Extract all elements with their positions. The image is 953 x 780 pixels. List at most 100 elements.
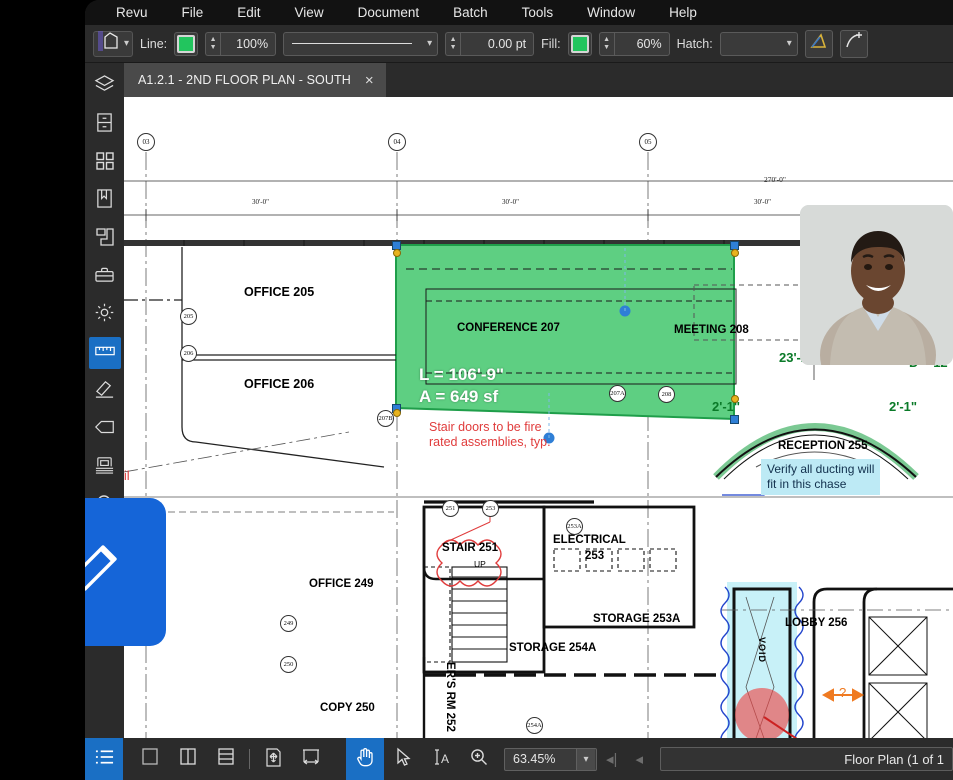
annotation-detail-red[interactable]: tail bbox=[124, 468, 130, 483]
sidebar-item-spaces[interactable] bbox=[89, 223, 121, 255]
fit-page-button[interactable] bbox=[254, 738, 292, 780]
document-tab[interactable]: A1.2.1 - 2ND FLOOR PLAN - SOUTH × bbox=[124, 63, 386, 97]
menu-bar: Revu File Edit View Document Batch Tools… bbox=[85, 0, 953, 25]
file-cabinet-icon bbox=[95, 112, 114, 138]
menu-help[interactable]: Help bbox=[652, 0, 714, 25]
sidebar-item-bookmarks[interactable] bbox=[89, 185, 121, 217]
chevron-down-icon[interactable]: ▼ bbox=[450, 45, 457, 50]
hand-icon bbox=[355, 746, 375, 772]
selection-vertex[interactable] bbox=[393, 249, 401, 257]
room-label: ELECTRICAL bbox=[553, 534, 626, 546]
room-label: OFFICE 249 bbox=[309, 578, 374, 590]
chevron-down-icon[interactable]: ▾ bbox=[576, 749, 595, 770]
add-vertex-tool-button[interactable] bbox=[840, 30, 868, 58]
sidebar-item-sheets[interactable] bbox=[89, 451, 121, 483]
sidebar-item-tags[interactable] bbox=[89, 413, 121, 445]
annotation-ducting-chase[interactable]: Verify all ducting will fit in this chas… bbox=[761, 459, 880, 495]
sidebar-item-tool-chest[interactable] bbox=[89, 261, 121, 293]
menu-edit[interactable]: Edit bbox=[220, 0, 277, 25]
line-style-dropdown[interactable]: ▾ bbox=[283, 32, 438, 56]
grid-bubble: 04 bbox=[388, 133, 406, 151]
page-label-field[interactable]: Floor Plan (1 of 1 bbox=[660, 747, 953, 771]
room-label: RECEPTION 255 bbox=[778, 440, 867, 452]
selection-vertex[interactable] bbox=[393, 409, 401, 417]
zoom-level-dropdown[interactable]: 63.45% ▾ bbox=[504, 748, 597, 771]
door-tag: 253A bbox=[566, 518, 583, 535]
markup-pencil-badge[interactable] bbox=[85, 498, 166, 646]
line-width-stepper[interactable]: ▲ ▼ 0.00 pt bbox=[445, 32, 534, 56]
pan-tool-button[interactable] bbox=[346, 738, 384, 780]
document-tab-bar: A1.2.1 - 2ND FLOOR PLAN - SOUTH × bbox=[85, 63, 953, 97]
selection-grip[interactable] bbox=[730, 415, 739, 424]
tag-icon bbox=[94, 419, 116, 440]
arc-segment-label: 2'-1" bbox=[889, 399, 917, 414]
sheets-stack-icon bbox=[94, 455, 115, 480]
area-measurement-tool-button[interactable]: ▾ bbox=[93, 31, 133, 57]
fit-width-icon bbox=[301, 747, 321, 772]
pencil-icon bbox=[85, 535, 127, 610]
select-tool-button[interactable] bbox=[384, 738, 422, 780]
menu-tools[interactable]: Tools bbox=[505, 0, 571, 25]
line-color-swatch bbox=[177, 35, 195, 53]
fill-opacity-spinner[interactable]: ▲ ▼ bbox=[599, 32, 614, 56]
first-page-icon[interactable]: ◂| bbox=[597, 750, 626, 768]
line-opacity-spinner[interactable]: ▲ ▼ bbox=[205, 32, 220, 56]
menu-document[interactable]: Document bbox=[341, 0, 437, 25]
chevron-down-icon[interactable]: ▾ bbox=[124, 38, 129, 49]
line-opacity-value[interactable]: 100% bbox=[220, 32, 276, 56]
chevron-down-icon[interactable]: ▾ bbox=[427, 38, 432, 49]
menu-window[interactable]: Window bbox=[570, 0, 652, 25]
list-icon bbox=[95, 749, 114, 770]
chevron-up-icon[interactable]: ▲ bbox=[210, 37, 217, 42]
split-horizontal-icon bbox=[217, 747, 235, 771]
split-vertical-view-button[interactable] bbox=[169, 738, 207, 780]
menu-batch[interactable]: Batch bbox=[436, 0, 505, 25]
split-horizontal-view-button[interactable] bbox=[207, 738, 245, 780]
sidebar-item-markups[interactable] bbox=[89, 375, 121, 407]
menu-view[interactable]: View bbox=[278, 0, 341, 25]
prev-page-icon[interactable]: ◂ bbox=[626, 750, 652, 768]
calibrate-icon bbox=[809, 31, 829, 56]
chevron-down-icon[interactable]: ▾ bbox=[787, 38, 792, 49]
selection-vertex[interactable] bbox=[731, 395, 739, 403]
annotation-ducting-line2: fit in this chase bbox=[767, 477, 874, 492]
chevron-down-icon[interactable]: ▼ bbox=[603, 45, 610, 50]
selection-vertex[interactable] bbox=[731, 249, 739, 257]
fill-opacity-value[interactable]: 60% bbox=[614, 32, 670, 56]
sidebar-item-properties[interactable] bbox=[89, 299, 121, 331]
menu-file[interactable]: File bbox=[165, 0, 221, 25]
chevron-down-icon[interactable]: ▼ bbox=[210, 45, 217, 50]
sidebar-item-measurements[interactable] bbox=[89, 337, 121, 369]
fill-color-swatch-button[interactable] bbox=[568, 32, 592, 56]
spaces-icon bbox=[95, 227, 115, 252]
area-measurement-icon bbox=[97, 30, 121, 57]
bay-dimension-text: 30'-0" bbox=[754, 198, 771, 206]
chevron-up-icon[interactable]: ▲ bbox=[603, 37, 610, 42]
line-opacity-stepper[interactable]: ▲ ▼ 100% bbox=[205, 32, 276, 56]
close-icon[interactable]: × bbox=[365, 73, 374, 88]
annotation-stair-doors[interactable]: Stair doors to be fire rated assemblies,… bbox=[429, 420, 551, 450]
line-width-spinner[interactable]: ▲ ▼ bbox=[445, 32, 460, 56]
webcam-video-overlay[interactable] bbox=[800, 205, 953, 365]
sidebar-item-thumbnails[interactable] bbox=[89, 147, 121, 179]
menu-revu[interactable]: Revu bbox=[99, 0, 165, 25]
sidebar-item-file-access[interactable] bbox=[89, 109, 121, 141]
sidebar-item-layers[interactable] bbox=[89, 71, 121, 103]
bay-dimension-text: 30'-0" bbox=[502, 198, 519, 206]
single-page-view-button[interactable] bbox=[131, 738, 169, 780]
panel-toggle-button[interactable] bbox=[85, 738, 123, 780]
fill-opacity-stepper[interactable]: ▲ ▼ 60% bbox=[599, 32, 670, 56]
fit-width-button[interactable] bbox=[292, 738, 330, 780]
text-select-tool-button[interactable]: A bbox=[422, 738, 460, 780]
chevron-up-icon[interactable]: ▲ bbox=[450, 37, 457, 42]
calibrate-tool-button[interactable] bbox=[805, 30, 833, 58]
fit-page-icon bbox=[264, 747, 283, 772]
hatch-dropdown[interactable]: ▾ bbox=[720, 32, 798, 56]
door-tag: 251 bbox=[442, 500, 459, 517]
door-tag: 208 bbox=[658, 386, 675, 403]
line-color-swatch-button[interactable] bbox=[174, 32, 198, 56]
line-width-value[interactable]: 0.00 pt bbox=[460, 32, 534, 56]
zoom-tool-button[interactable] bbox=[460, 738, 498, 780]
properties-toolbar: ▾ Line: ▲ ▼ 100% ▾ ▲ ▼ 0.00 pt Fill: bbox=[85, 25, 953, 63]
pdf-drawing-canvas[interactable]: 03 04 05 270'-0" 30'-0" 30'-0" 30'-0" OF… bbox=[124, 97, 953, 738]
